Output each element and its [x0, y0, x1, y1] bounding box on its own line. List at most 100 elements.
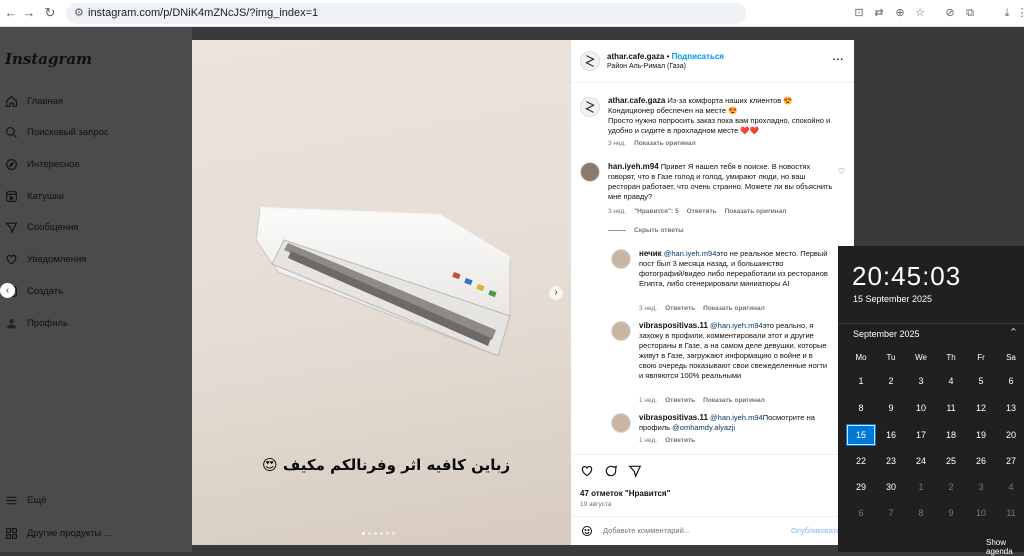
- caption-username[interactable]: athar.cafe.gaza: [608, 96, 665, 105]
- calendar-day[interactable]: 8: [846, 397, 876, 419]
- calendar-day[interactable]: 19: [966, 424, 996, 446]
- reply-username[interactable]: vibraspositivas.11: [639, 321, 708, 330]
- calendar-day[interactable]: 1: [906, 476, 936, 498]
- calendar-day[interactable]: 10: [906, 397, 936, 419]
- calendar-day[interactable]: 18: [936, 424, 966, 446]
- show-agenda-button[interactable]: Show agenda: [986, 538, 1024, 556]
- bookmark-star-icon[interactable]: ☆: [913, 6, 927, 20]
- reply-mention[interactable]: @omhamdy.alyazji: [672, 423, 735, 432]
- sidebar-item-search[interactable]: Поисковый запрос: [4, 122, 184, 142]
- sidebar-item-profile[interactable]: Профиль: [4, 313, 184, 333]
- forward-icon[interactable]: →: [22, 6, 36, 20]
- calendar-day[interactable]: 20: [996, 424, 1024, 446]
- reply-button[interactable]: Ответить: [665, 437, 695, 444]
- sidebar-item-messages[interactable]: Сообщения: [4, 217, 184, 237]
- calendar-day[interactable]: 10: [966, 502, 996, 524]
- publish-button[interactable]: Опубликовать: [791, 526, 840, 535]
- calendar-day[interactable]: 11: [996, 502, 1024, 524]
- show-original-link[interactable]: Показать оригинал: [703, 397, 765, 404]
- sidebar-item-home[interactable]: Главная: [4, 91, 184, 111]
- calendar-day[interactable]: 4: [936, 370, 966, 392]
- calendar-day[interactable]: 3: [906, 370, 936, 392]
- reply-username[interactable]: vibraspositivas.11: [639, 413, 708, 422]
- show-original-link[interactable]: Показать оригинал: [634, 140, 696, 147]
- reload-icon[interactable]: ↻: [43, 6, 57, 20]
- calendar-day[interactable]: 29: [846, 476, 876, 498]
- calendar-day[interactable]: 23: [876, 450, 906, 472]
- sidebar-item-reels[interactable]: Катушки: [4, 186, 184, 206]
- calendar-day[interactable]: 2: [936, 476, 966, 498]
- calendar-day[interactable]: 9: [936, 502, 966, 524]
- calendar-day[interactable]: 6: [996, 370, 1024, 392]
- calendar-day[interactable]: 25: [936, 450, 966, 472]
- previous-post-button[interactable]: ‹: [0, 283, 15, 298]
- comment-username[interactable]: han.iyeh.m94: [608, 162, 659, 171]
- reply-mention[interactable]: @han.iyeh.m94: [664, 249, 717, 258]
- calendar-day[interactable]: 6: [846, 502, 876, 524]
- share-icon[interactable]: [628, 464, 642, 483]
- clock-date[interactable]: 15 September 2025: [853, 294, 932, 304]
- author-avatar[interactable]: [580, 51, 600, 71]
- sidebar-item-explore[interactable]: Интересное: [4, 154, 184, 174]
- profile-menu-icon[interactable]: ⋮: [1015, 6, 1024, 20]
- like-icon[interactable]: [580, 464, 594, 483]
- show-original-link[interactable]: Показать оригинал: [725, 208, 787, 215]
- reply-mention[interactable]: @han.iyeh.m94: [710, 413, 763, 422]
- comment-likes[interactable]: "Нравится": 5: [634, 208, 679, 215]
- like-comment-icon[interactable]: ♡: [838, 167, 845, 176]
- install-icon[interactable]: ⊡: [852, 6, 866, 20]
- calendar-day[interactable]: 22: [846, 450, 876, 472]
- reply-avatar[interactable]: [611, 249, 631, 269]
- calendar-day[interactable]: 11: [936, 397, 966, 419]
- translate-icon[interactable]: ⇄: [872, 6, 886, 20]
- more-options-icon[interactable]: ...: [833, 52, 844, 63]
- follow-button[interactable]: Подписаться: [672, 52, 724, 61]
- calendar-day[interactable]: 26: [966, 450, 996, 472]
- caption-avatar[interactable]: [580, 97, 600, 117]
- calendar-day[interactable]: 9: [876, 397, 906, 419]
- reply-button[interactable]: Ответить: [665, 305, 695, 312]
- likes-count[interactable]: 47 отметок "Нравится": [580, 489, 670, 498]
- sidebar-item-more[interactable]: Ещё: [4, 490, 184, 510]
- calendar-day-today[interactable]: 15: [846, 424, 876, 446]
- zoom-icon[interactable]: ⊕: [893, 6, 907, 20]
- download-icon[interactable]: ⤓: [1000, 6, 1014, 20]
- address-bar[interactable]: ⚙ instagram.com/p/DNiK4mZNcJS/?img_index…: [66, 3, 746, 24]
- reply-avatar[interactable]: [611, 413, 631, 433]
- show-original-link[interactable]: Показать оригинал: [703, 305, 765, 312]
- extensions-puzzle-icon[interactable]: ⧉: [963, 6, 977, 20]
- calendar-day[interactable]: 1: [846, 370, 876, 392]
- calendar-day[interactable]: 30: [876, 476, 906, 498]
- calendar-month[interactable]: September 2025: [853, 329, 920, 339]
- emoji-icon[interactable]: [581, 524, 593, 542]
- carousel-next-button[interactable]: ›: [549, 286, 563, 300]
- calendar-day[interactable]: 5: [966, 370, 996, 392]
- calendar-day[interactable]: 7: [876, 502, 906, 524]
- comment-input[interactable]: Добавьте комментарий...: [603, 526, 690, 535]
- reply-button[interactable]: Ответить: [665, 397, 695, 404]
- comment-icon[interactable]: [604, 464, 618, 483]
- calendar-day[interactable]: 3: [966, 476, 996, 498]
- site-info-icon[interactable]: ⚙: [74, 6, 84, 19]
- calendar-day[interactable]: 24: [906, 450, 936, 472]
- reply-avatar[interactable]: [611, 321, 631, 341]
- commenter-avatar[interactable]: [580, 162, 600, 182]
- calendar-day[interactable]: 2: [876, 370, 906, 392]
- author-username[interactable]: athar.cafe.gaza: [607, 52, 664, 61]
- calendar-day[interactable]: 8: [906, 502, 936, 524]
- sidebar-item-notifications[interactable]: Уведомления: [4, 249, 184, 269]
- sidebar-item-other-products[interactable]: Другие продукты ...: [4, 523, 184, 543]
- sidebar-item-create[interactable]: Создать: [4, 281, 184, 301]
- hide-replies-toggle[interactable]: Скрыть ответы: [608, 227, 684, 234]
- calendar-day[interactable]: 13: [996, 397, 1024, 419]
- calendar-day[interactable]: 12: [966, 397, 996, 419]
- back-icon[interactable]: ←: [4, 6, 18, 20]
- post-location[interactable]: Район Аль-Римал (Газа): [607, 63, 686, 70]
- reply-mention[interactable]: @han.iyeh.m94: [710, 321, 763, 330]
- instagram-logo[interactable]: Instagram: [5, 50, 92, 68]
- chevron-up-icon[interactable]: ⌃: [1009, 326, 1018, 339]
- calendar-day[interactable]: 27: [996, 450, 1024, 472]
- calendar-day[interactable]: 16: [876, 424, 906, 446]
- calendar-day[interactable]: 4: [996, 476, 1024, 498]
- calendar-day[interactable]: 17: [906, 424, 936, 446]
